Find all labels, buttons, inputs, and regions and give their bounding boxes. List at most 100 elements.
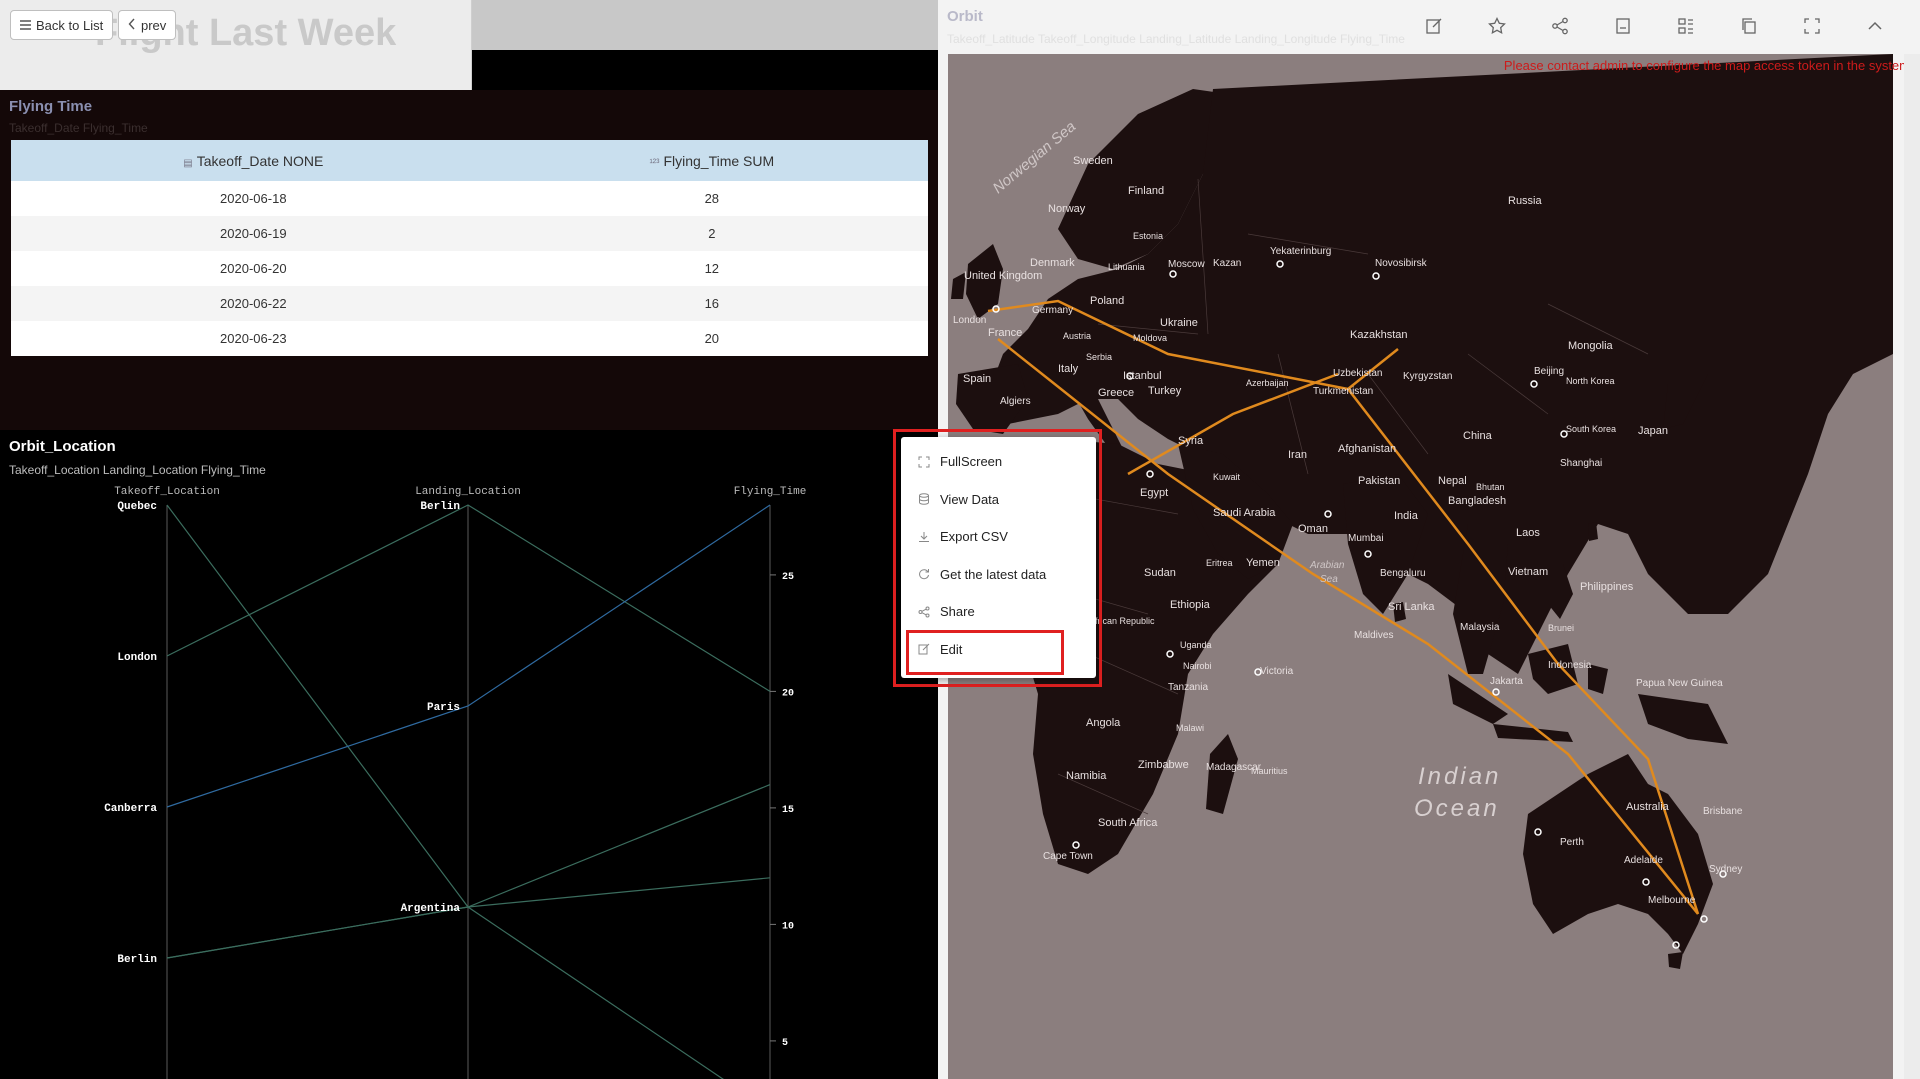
map-label: Afghanistan xyxy=(1338,443,1396,455)
map-label: Papua New Guinea xyxy=(1636,678,1723,689)
map-label: China xyxy=(1463,430,1493,442)
map-label: Malaysia xyxy=(1460,622,1500,633)
table-cell: 2020-06-20 xyxy=(11,251,496,286)
map-label: Vietnam xyxy=(1508,566,1548,578)
menu-item-share[interactable]: Share xyxy=(901,593,1096,631)
table-row: 2020-06-19 2 xyxy=(11,216,928,251)
flying-time-panel: Flying Time Takeoff_Date Flying_Time ▤ Ta… xyxy=(0,90,938,430)
column-header-takeoff-date[interactable]: ▤ Takeoff_Date NONE xyxy=(11,140,496,181)
table-row: 2020-06-20 12 xyxy=(11,251,928,286)
map-label: South Africa xyxy=(1098,817,1158,829)
map-label: Cape Town xyxy=(1043,851,1093,862)
map-label: Mauritius xyxy=(1251,766,1288,776)
map-label: Spain xyxy=(963,373,991,385)
map-label: Jakarta xyxy=(1490,676,1523,687)
back-to-list-label: Back to List xyxy=(36,17,104,33)
map-label: United Kingdom xyxy=(964,270,1042,282)
map-label: Russia xyxy=(1508,195,1543,207)
map-label: London xyxy=(953,315,986,326)
menu-item-edit[interactable]: Edit xyxy=(901,631,1096,669)
orbit-location-panel: Orbit_Location Takeoff_Location Landing_… xyxy=(0,430,938,1079)
landing-label: Argentina xyxy=(401,903,461,915)
menu-item-label: Get the latest data xyxy=(940,566,1047,582)
map-label: Moldova xyxy=(1133,333,1167,343)
map-label: Ocean xyxy=(1414,795,1500,822)
map-label: Novosibirsk xyxy=(1375,258,1428,269)
table-row: 2020-06-22 16 xyxy=(11,286,928,321)
tick-label: 20 xyxy=(782,688,794,699)
menu-item-view-data[interactable]: View Data xyxy=(901,481,1096,519)
edit-icon xyxy=(918,643,930,655)
map-label: Melbourne xyxy=(1648,895,1696,906)
parallel-coordinates-chart[interactable]: Takeoff_Location Landing_Location Flying_T… xyxy=(0,480,938,1079)
takeoff-label: London xyxy=(117,652,157,664)
map-label: Serbia xyxy=(1086,352,1112,362)
menu-item-get-latest-data[interactable]: Get the latest data xyxy=(901,556,1096,594)
map-label: Sudan xyxy=(1144,567,1176,579)
landing-label: Berlin xyxy=(420,501,460,513)
menu-item-label: Export CSV xyxy=(940,529,1008,545)
fullscreen-icon xyxy=(918,456,930,468)
map-label: Arabian xyxy=(1309,560,1345,571)
map-label: Bhutan xyxy=(1476,482,1505,492)
edit-icon[interactable] xyxy=(1419,12,1449,40)
share-icon[interactable] xyxy=(1545,12,1575,40)
map-label: Uzbekistan xyxy=(1333,368,1382,379)
map-label: Japan xyxy=(1638,425,1668,437)
map-label: Poland xyxy=(1090,295,1124,307)
map-label: Kazan xyxy=(1213,258,1241,269)
map-label: Uganda xyxy=(1180,640,1212,650)
map-label: Maldives xyxy=(1354,630,1393,641)
table-row: 2020-06-18 28 xyxy=(11,181,928,216)
download-icon xyxy=(918,531,930,543)
table-cell: 2020-06-18 xyxy=(11,181,496,216)
table-header-row: ▤ Takeoff_Date NONE ¹²³ Flying_Time SUM xyxy=(11,140,928,181)
map-label: Algiers xyxy=(1000,396,1031,407)
scrollbar[interactable] xyxy=(1904,54,1920,1079)
map-label: Zimbabwe xyxy=(1138,759,1189,771)
menu-item-export-csv[interactable]: Export CSV xyxy=(901,518,1096,556)
chevron-left-icon xyxy=(128,18,136,33)
menu-item-label: FullScreen xyxy=(940,454,1003,470)
table-cell: 28 xyxy=(495,181,928,216)
map-label: Germany xyxy=(1032,305,1073,316)
menu-item-label: View Data xyxy=(940,491,1000,507)
map-label: Norway xyxy=(1048,203,1086,215)
map-label: Angola xyxy=(1086,717,1121,729)
menu-item-label: Share xyxy=(940,604,975,620)
map-label: Kyrgyzstan xyxy=(1403,371,1452,382)
map-token-warning: Please contact admin to configure the ma… xyxy=(1503,58,1910,73)
prev-button[interactable]: prev xyxy=(118,10,177,40)
dashboard-header: Flight Last Week Back to List prev xyxy=(0,0,472,90)
map-label: Sweden xyxy=(1073,155,1113,167)
tick-label: 10 xyxy=(782,921,794,932)
table-cell: 2020-06-22 xyxy=(11,286,496,321)
takeoff-label: Berlin xyxy=(117,954,157,966)
number-icon: ¹²³ xyxy=(649,157,660,169)
flying-time-table: ▤ Takeoff_Date NONE ¹²³ Flying_Time SUM 20… xyxy=(11,140,928,356)
tick-label: 25 xyxy=(782,572,794,583)
map-label: Kuwait xyxy=(1213,472,1241,482)
map-label: Mumbai xyxy=(1348,533,1384,544)
prev-label: prev xyxy=(141,17,167,33)
column-header-flying-time[interactable]: ¹²³ Flying_Time SUM xyxy=(495,140,928,181)
menu-item-fullscreen[interactable]: FullScreen xyxy=(901,443,1096,481)
export-icon[interactable] xyxy=(1608,12,1638,40)
map-label: France xyxy=(988,327,1022,339)
map-label: Nepal xyxy=(1438,475,1467,487)
map-label: Malawi xyxy=(1176,723,1204,733)
collapse-icon[interactable] xyxy=(1860,12,1890,40)
map-label: Greece xyxy=(1098,387,1134,399)
map-label: Australia xyxy=(1626,801,1670,813)
flying-time-subtitle: Takeoff_Date Flying_Time xyxy=(9,121,148,135)
context-menu: FullScreen View Data Export CSV Get the … xyxy=(901,437,1096,678)
back-to-list-button[interactable]: Back to List xyxy=(10,10,114,40)
takeoff-label: Canberra xyxy=(104,803,157,815)
table-cell: 16 xyxy=(495,286,928,321)
copy-icon[interactable] xyxy=(1734,12,1764,40)
filter-icon[interactable] xyxy=(1671,12,1701,40)
menu-item-label: Edit xyxy=(940,641,963,657)
star-icon[interactable] xyxy=(1482,12,1512,40)
map-label: Ukraine xyxy=(1160,317,1198,329)
fullscreen-icon[interactable] xyxy=(1797,12,1827,40)
